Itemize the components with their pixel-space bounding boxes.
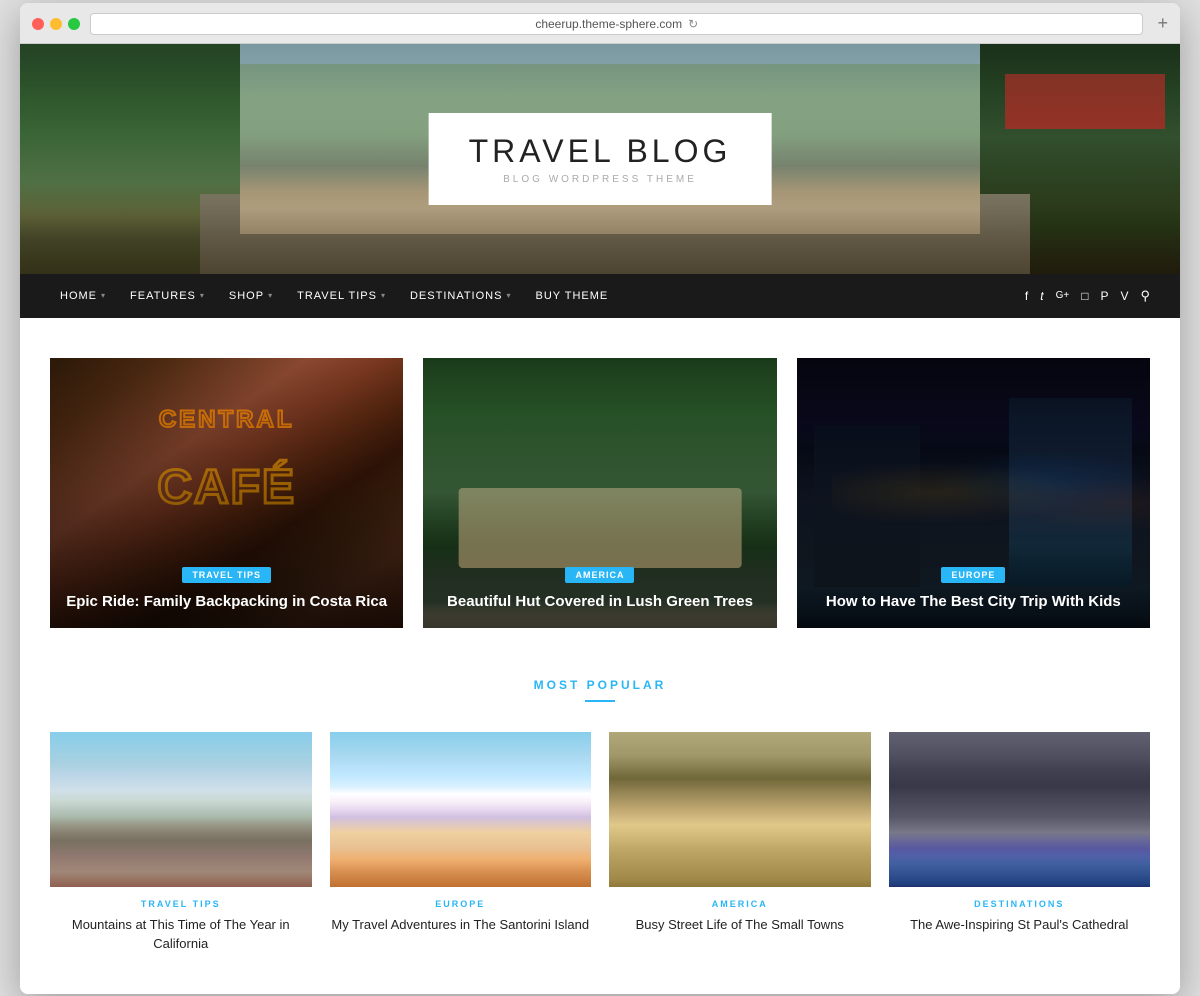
nav-items: HOME ▾ FEATURES ▾ SHOP ▾ TRAVEL TIPS ▾ D… bbox=[50, 274, 1025, 318]
site-header: TRAVEL BLOG BLOG WORDPRESS THEME bbox=[20, 44, 1180, 274]
card-1-badge: TRAVEL TIPS bbox=[182, 567, 271, 583]
nav-home-label: HOME bbox=[60, 290, 97, 302]
popular-card-3-img bbox=[609, 732, 871, 887]
nav-shop-label: SHOP bbox=[229, 290, 264, 302]
pinterest-icon[interactable]: P bbox=[1100, 289, 1108, 303]
popular-card-2-title: My Travel Adventures in The Santorini Is… bbox=[330, 915, 592, 935]
main-content: CENTRAL CAFÉ TRAVEL TIPS Epic Ride: Fami… bbox=[20, 318, 1180, 994]
featured-card-3[interactable]: EUROPE How to Have The Best City Trip Wi… bbox=[797, 358, 1150, 628]
nav-travel-tips-arrow: ▾ bbox=[381, 291, 386, 300]
popular-2-bg bbox=[330, 732, 592, 887]
browser-chrome: cheerup.theme-sphere.com ↻ + bbox=[20, 3, 1180, 44]
minimize-button[interactable] bbox=[50, 18, 62, 30]
featured-grid: CENTRAL CAFÉ TRAVEL TIPS Epic Ride: Fami… bbox=[50, 358, 1150, 628]
browser-window: cheerup.theme-sphere.com ↻ + TRAVEL BLOG… bbox=[20, 3, 1180, 994]
new-tab-button[interactable]: + bbox=[1157, 13, 1168, 34]
nav-item-home[interactable]: HOME ▾ bbox=[50, 274, 116, 318]
traffic-lights bbox=[32, 18, 80, 30]
card-1-title: Epic Ride: Family Backpacking in Costa R… bbox=[66, 591, 387, 612]
address-bar[interactable]: cheerup.theme-sphere.com ↻ bbox=[90, 13, 1143, 35]
card-3-badge: EUROPE bbox=[941, 567, 1005, 583]
card-3-title: How to Have The Best City Trip With Kids bbox=[813, 591, 1134, 612]
nav-social: f t G+ □ P V ⚲ bbox=[1025, 288, 1150, 304]
popular-card-2[interactable]: EUROPE My Travel Adventures in The Santo… bbox=[330, 732, 592, 954]
featured-card-1[interactable]: CENTRAL CAFÉ TRAVEL TIPS Epic Ride: Fami… bbox=[50, 358, 403, 628]
card-2-badge: AMERICA bbox=[565, 567, 634, 583]
most-popular-header: MOST POPULAR bbox=[50, 678, 1150, 702]
popular-card-1[interactable]: TRAVEL TIPS Mountains at This Time of Th… bbox=[50, 732, 312, 954]
popular-4-bg bbox=[889, 732, 1151, 887]
nav-item-buy-theme[interactable]: BUY THEME bbox=[525, 274, 618, 318]
card-2-content: AMERICA Beautiful Hut Covered in Lush Gr… bbox=[423, 549, 776, 628]
nav-destinations-label: DESTINATIONS bbox=[410, 290, 502, 302]
close-button[interactable] bbox=[32, 18, 44, 30]
maximize-button[interactable] bbox=[68, 18, 80, 30]
facebook-icon[interactable]: f bbox=[1025, 289, 1028, 303]
nav-features-label: FEATURES bbox=[130, 290, 196, 302]
popular-card-3-title: Busy Street Life of The Small Towns bbox=[609, 915, 871, 935]
search-icon[interactable]: ⚲ bbox=[1140, 288, 1150, 304]
site-subtitle: BLOG WORDPRESS THEME bbox=[469, 174, 732, 185]
twitter-icon[interactable]: t bbox=[1040, 289, 1043, 303]
most-popular-title: MOST POPULAR bbox=[50, 678, 1150, 692]
nav-buy-theme-label: BUY THEME bbox=[535, 290, 608, 302]
popular-card-2-category: EUROPE bbox=[330, 899, 592, 909]
main-navigation: HOME ▾ FEATURES ▾ SHOP ▾ TRAVEL TIPS ▾ D… bbox=[20, 274, 1180, 318]
nav-item-destinations[interactable]: DESTINATIONS ▾ bbox=[400, 274, 522, 318]
popular-card-1-title: Mountains at This Time of The Year in Ca… bbox=[50, 915, 312, 954]
popular-card-3[interactable]: AMERICA Busy Street Life of The Small To… bbox=[609, 732, 871, 954]
vimeo-icon[interactable]: V bbox=[1120, 289, 1128, 303]
card-1-content: TRAVEL TIPS Epic Ride: Family Backpackin… bbox=[50, 549, 403, 628]
nav-item-shop[interactable]: SHOP ▾ bbox=[219, 274, 283, 318]
popular-card-4-img bbox=[889, 732, 1151, 887]
nav-shop-arrow: ▾ bbox=[268, 291, 273, 300]
popular-card-3-category: AMERICA bbox=[609, 899, 871, 909]
nav-travel-tips-label: TRAVEL TIPS bbox=[297, 290, 377, 302]
popular-1-bg bbox=[50, 732, 312, 887]
popular-card-4[interactable]: DESTINATIONS The Awe-Inspiring St Paul's… bbox=[889, 732, 1151, 954]
featured-card-2[interactable]: AMERICA Beautiful Hut Covered in Lush Gr… bbox=[423, 358, 776, 628]
site-title: TRAVEL BLOG bbox=[469, 133, 732, 170]
section-divider bbox=[585, 700, 615, 702]
popular-card-2-img bbox=[330, 732, 592, 887]
popular-card-1-img bbox=[50, 732, 312, 887]
nav-features-arrow: ▾ bbox=[200, 291, 205, 300]
instagram-icon[interactable]: □ bbox=[1081, 289, 1088, 303]
nav-item-travel-tips[interactable]: TRAVEL TIPS ▾ bbox=[287, 274, 396, 318]
site-logo-box: TRAVEL BLOG BLOG WORDPRESS THEME bbox=[429, 113, 772, 205]
card-3-content: EUROPE How to Have The Best City Trip Wi… bbox=[797, 549, 1150, 628]
nav-item-features[interactable]: FEATURES ▾ bbox=[120, 274, 215, 318]
popular-card-1-category: TRAVEL TIPS bbox=[50, 899, 312, 909]
popular-3-bg bbox=[609, 732, 871, 887]
google-plus-icon[interactable]: G+ bbox=[1056, 290, 1070, 301]
popular-grid: TRAVEL TIPS Mountains at This Time of Th… bbox=[50, 732, 1150, 954]
refresh-icon[interactable]: ↻ bbox=[688, 17, 698, 31]
card-2-title: Beautiful Hut Covered in Lush Green Tree… bbox=[439, 591, 760, 612]
popular-card-4-title: The Awe-Inspiring St Paul's Cathedral bbox=[889, 915, 1151, 935]
nav-destinations-arrow: ▾ bbox=[506, 291, 511, 300]
popular-card-4-category: DESTINATIONS bbox=[889, 899, 1151, 909]
url-text: cheerup.theme-sphere.com bbox=[535, 17, 682, 31]
nav-home-arrow: ▾ bbox=[101, 291, 106, 300]
